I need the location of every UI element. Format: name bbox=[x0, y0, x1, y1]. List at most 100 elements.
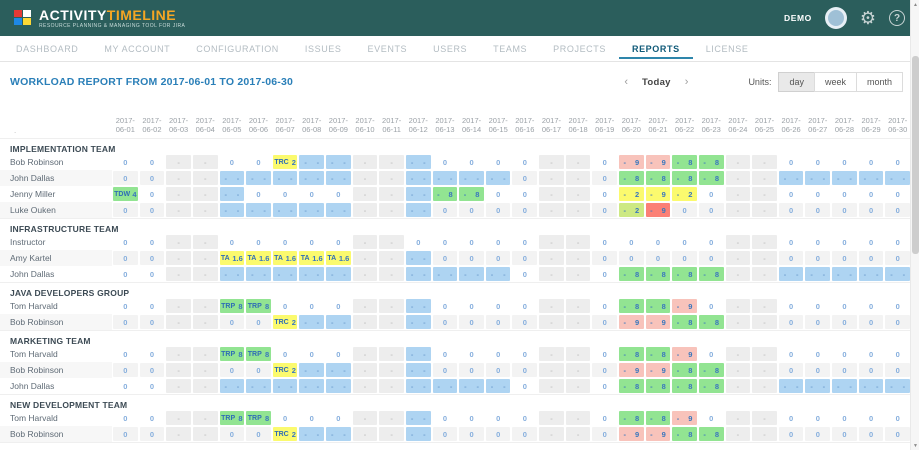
member-name: John Dallas bbox=[0, 378, 112, 394]
workload-cell: 0 bbox=[779, 427, 804, 441]
workload-cell: - bbox=[166, 267, 191, 281]
workload-cell: 0 bbox=[220, 155, 245, 169]
workload-cell: 0 bbox=[512, 187, 537, 201]
team-header-java-developers-group: JAVA DEVELOPERS GROUP bbox=[0, 282, 911, 298]
workload-cell: 0 bbox=[672, 203, 697, 217]
workload-cell: 0 bbox=[140, 315, 165, 329]
workload-cell: -- bbox=[459, 379, 484, 393]
workload-cell: -9 bbox=[672, 411, 697, 425]
member-name: Tom Harvald bbox=[0, 410, 112, 426]
member-name: Instructor bbox=[0, 234, 112, 250]
date-column-header: 2017-06-08 bbox=[298, 116, 325, 136]
workload-cell: 0 bbox=[832, 411, 857, 425]
workload-cell: -8 bbox=[433, 187, 458, 201]
workload-cell: - bbox=[752, 155, 777, 169]
workload-cell: 0 bbox=[859, 299, 884, 313]
date-column-header: 2017-06-25 bbox=[751, 116, 778, 136]
workload-cell: -8 bbox=[619, 171, 644, 185]
workload-cell: - bbox=[166, 379, 191, 393]
member-name: Tom Harvald bbox=[0, 298, 112, 314]
workload-cell: -9 bbox=[646, 203, 671, 217]
workload-cell: 0 bbox=[220, 315, 245, 329]
workload-cell: - bbox=[726, 347, 751, 361]
team-header-new-development-team: NEW DEVELOPMENT TEAM bbox=[0, 394, 911, 410]
workload-cell: 0 bbox=[885, 411, 910, 425]
member-row: Bob Robinson00--00TRC2--------0000--0-9-… bbox=[0, 314, 911, 330]
nav-item-issues[interactable]: ISSUES bbox=[292, 38, 355, 59]
user-avatar[interactable] bbox=[825, 7, 847, 29]
nav-item-teams[interactable]: TEAMS bbox=[480, 38, 540, 59]
units-day-button[interactable]: day bbox=[778, 72, 815, 92]
nav-item-users[interactable]: USERS bbox=[420, 38, 480, 59]
workload-cell: - bbox=[752, 427, 777, 441]
workload-cell: - bbox=[726, 203, 751, 217]
workload-cell: -- bbox=[459, 171, 484, 185]
nav-item-events[interactable]: EVENTS bbox=[355, 38, 421, 59]
workload-cell: - bbox=[539, 347, 564, 361]
workload-cell: 0 bbox=[220, 427, 245, 441]
workload-cell: -- bbox=[805, 171, 830, 185]
workload-cell: - bbox=[752, 379, 777, 393]
scrollbar-thumb[interactable] bbox=[912, 56, 919, 254]
workload-cell: -- bbox=[299, 267, 324, 281]
workload-cell: - bbox=[166, 427, 191, 441]
units-week-button[interactable]: week bbox=[814, 72, 857, 92]
workload-cell: - bbox=[566, 299, 591, 313]
nav-item-configuration[interactable]: CONFIGURATION bbox=[183, 38, 292, 59]
units-month-button[interactable]: month bbox=[856, 72, 903, 92]
workload-cell: - bbox=[726, 379, 751, 393]
help-icon[interactable]: ? bbox=[889, 10, 905, 26]
workload-cell: -- bbox=[273, 203, 298, 217]
workload-cell: - bbox=[539, 203, 564, 217]
prev-period-chevron-icon[interactable]: ‹ bbox=[624, 76, 628, 88]
vertical-scrollbar[interactable]: ▲ ▼ bbox=[910, 0, 919, 450]
workload-cell: 0 bbox=[433, 299, 458, 313]
workload-cell: -- bbox=[406, 427, 431, 441]
workload-cell: - bbox=[166, 411, 191, 425]
workload-cell: 0 bbox=[246, 155, 271, 169]
nav-item-reports[interactable]: REPORTS bbox=[619, 38, 693, 59]
date-column-header: 2017-06-13 bbox=[432, 116, 459, 136]
workload-cell: -8 bbox=[699, 379, 724, 393]
workload-cell: 0 bbox=[859, 251, 884, 265]
workload-cell: -8 bbox=[672, 171, 697, 185]
nav-item-license[interactable]: LICENSE bbox=[693, 38, 762, 59]
workload-cell: 0 bbox=[140, 299, 165, 313]
today-button[interactable]: Today bbox=[642, 77, 671, 88]
workload-cell: 0 bbox=[459, 347, 484, 361]
workload-cell: 0 bbox=[140, 427, 165, 441]
report-title: WORKLOAD REPORT FROM 2017-06-01 TO 2017-… bbox=[10, 76, 293, 88]
workload-cell: -- bbox=[406, 267, 431, 281]
workload-cell: -- bbox=[433, 267, 458, 281]
team-header-marketing-team: MARKETING TEAM bbox=[0, 330, 911, 346]
workload-cell: 0 bbox=[832, 155, 857, 169]
workload-cell: 0 bbox=[459, 411, 484, 425]
workload-cell: -- bbox=[832, 171, 857, 185]
timeline-body: IMPLEMENTATION TEAMBob Robinson00--00TRC… bbox=[0, 138, 911, 450]
workload-cell: -- bbox=[326, 267, 351, 281]
workload-cell: - bbox=[726, 299, 751, 313]
workload-cell: -- bbox=[486, 171, 511, 185]
workload-cell: 0 bbox=[299, 187, 324, 201]
nav-item-dashboard[interactable]: DASHBOARD bbox=[3, 38, 91, 59]
workload-cell: - bbox=[752, 251, 777, 265]
nav-item-my-account[interactable]: MY ACCOUNT bbox=[91, 38, 183, 59]
workload-cell: - bbox=[166, 203, 191, 217]
settings-gear-icon[interactable]: ⚙ bbox=[860, 9, 876, 27]
workload-cell: - bbox=[193, 363, 218, 377]
workload-cell: - bbox=[379, 315, 404, 329]
scrollbar-up-arrow-icon[interactable]: ▲ bbox=[911, 2, 919, 8]
member-row: John Dallas00----------------------0--0-… bbox=[0, 170, 911, 186]
date-column-header: 2017-06-22 bbox=[671, 116, 698, 136]
workload-cell: -- bbox=[433, 379, 458, 393]
next-period-chevron-icon[interactable]: › bbox=[685, 76, 689, 88]
workload-cell: - bbox=[193, 187, 218, 201]
workload-cell: - bbox=[539, 171, 564, 185]
workload-cell: 0 bbox=[512, 347, 537, 361]
units-label: Units: bbox=[748, 77, 771, 87]
member-row: Bob Robinson00--00TRC2--------0000--0-9-… bbox=[0, 154, 911, 170]
scrollbar-down-arrow-icon[interactable]: ▼ bbox=[911, 443, 919, 449]
workload-cell: 0 bbox=[832, 363, 857, 377]
nav-item-projects[interactable]: PROJECTS bbox=[540, 38, 619, 59]
workload-cell: 0 bbox=[140, 251, 165, 265]
